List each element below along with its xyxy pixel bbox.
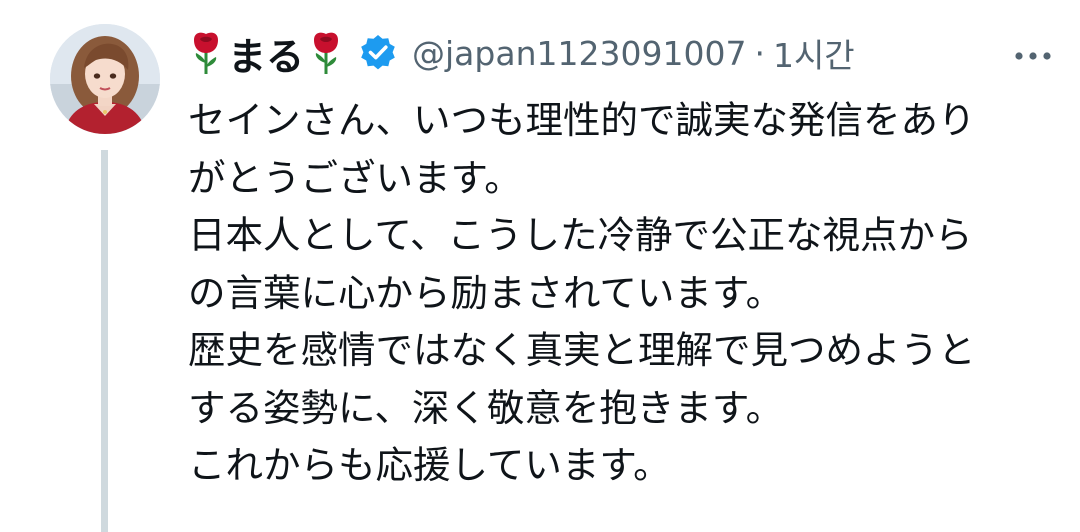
rose-icon — [314, 32, 339, 74]
more-options-icon[interactable] — [1008, 32, 1058, 76]
display-name[interactable]: まる — [188, 26, 344, 81]
avatar-image — [50, 24, 160, 134]
separator-dot: · — [754, 33, 765, 73]
avatar[interactable] — [50, 24, 160, 134]
tweet-text-line: セインさん、いつも理性的で誠実な発信をあり — [188, 98, 976, 142]
thread-connector-line — [101, 150, 108, 532]
display-name-text: まる — [228, 34, 305, 79]
rose-icon — [194, 32, 218, 74]
timestamp[interactable]: 1시간 — [773, 29, 855, 77]
tweet-left-column — [50, 24, 162, 532]
tweet-text-line: の言葉に心から励まされています。 — [188, 270, 784, 315]
tweet-text: セインさん、いつも理性的で誠実な発信をあり がとうございます。 日本人として、こ… — [188, 92, 1068, 495]
tweet-header: まる @japan1123091007 · 1시간 — [188, 26, 1058, 81]
verified-badge-icon[interactable] — [358, 33, 398, 73]
tweet-text-line: これからも応援しています。 — [188, 443, 671, 487]
user-handle[interactable]: @japan1123091007 — [412, 34, 746, 73]
tweet-text-line: がとうございます。 — [188, 155, 522, 200]
tweet-text-line: 日本人として、こうした冷静で公正な視点から — [188, 213, 973, 257]
tweet-text-line: 歴史を感情ではなく真実と理解で見つめようと — [188, 328, 976, 372]
tweet-text-line: する姿勢に、深く敬意を抱きます。 — [188, 385, 784, 430]
tweet[interactable]: まる @japan1123091007 · 1시간 セインさん、いつも理性的で誠… — [0, 0, 1080, 532]
